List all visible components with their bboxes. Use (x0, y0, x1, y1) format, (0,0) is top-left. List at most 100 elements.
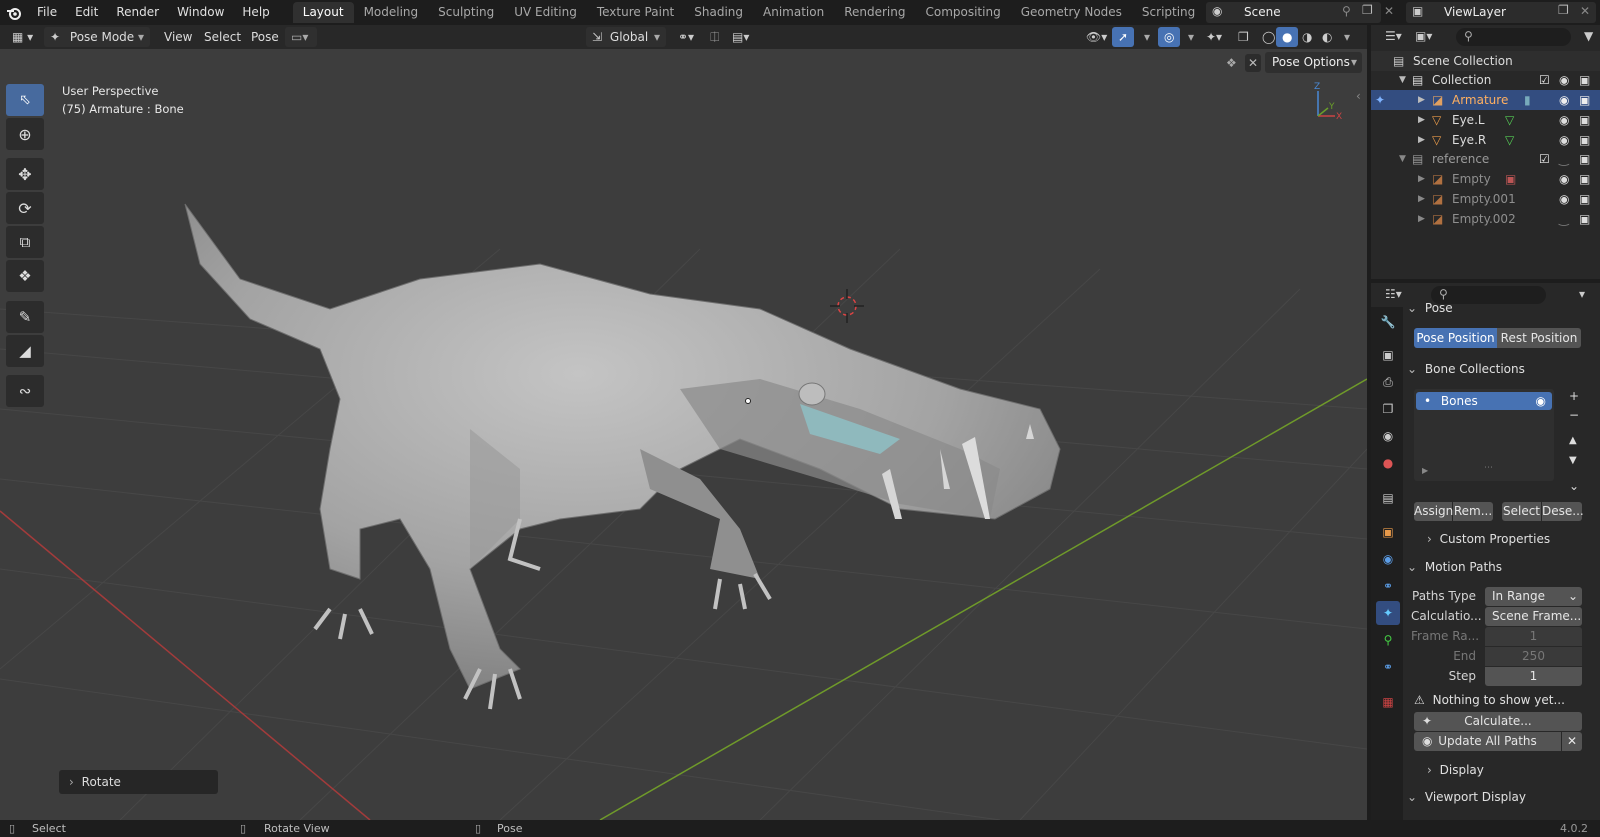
scene-selector[interactable]: ◉ Scene ⚲ ❐ (1206, 2, 1381, 23)
camera-icon[interactable]: ▣ (1579, 209, 1590, 229)
eye-icon[interactable]: ◉ (1559, 130, 1569, 150)
visibility-icon[interactable]: 👁▾ (1080, 27, 1113, 47)
menu-render[interactable]: Render (107, 0, 168, 25)
expand-right-icon[interactable]: ▶ (1418, 189, 1425, 209)
outliner-row-empty-002[interactable]: ▶ ◪ Empty.002 ‿ ▣ (1371, 209, 1600, 229)
constraints-tab[interactable]: ⚭ (1376, 574, 1400, 598)
outliner-row-reference[interactable]: ▼ ▤ reference ☑ ‿ ▣ (1371, 149, 1600, 169)
tool-move[interactable]: ✥ (6, 158, 44, 190)
collection-tab[interactable]: ▤ (1376, 486, 1400, 510)
close-scene-icon[interactable]: ✕ (1384, 4, 1394, 18)
editor-type-icon[interactable]: ▦ ▾ (6, 27, 39, 47)
pose-options-dropdown[interactable]: Pose Options ▾ (1265, 52, 1362, 73)
eye-icon[interactable]: ◉ (1559, 169, 1569, 189)
select-button[interactable]: Select (1502, 502, 1541, 521)
gizmo-hide-icon[interactable]: ❖ (1226, 56, 1237, 70)
tab-modeling[interactable]: Modeling (354, 2, 429, 23)
physics-tab[interactable]: ◉ (1376, 547, 1400, 571)
expand-right-icon[interactable]: ▶ (1418, 90, 1425, 110)
tab-layout[interactable]: Layout (292, 2, 354, 23)
tab-geometry-nodes[interactable]: Geometry Nodes (1011, 2, 1132, 23)
view-layer-tab[interactable]: ❐ (1376, 397, 1400, 421)
armature-data-tab[interactable]: ✦ (1376, 601, 1400, 625)
tab-animation[interactable]: Animation (753, 2, 834, 23)
world-tab[interactable]: ● (1376, 451, 1400, 475)
tab-scripting[interactable]: Scripting (1132, 2, 1205, 23)
expand-right-icon[interactable]: ▶ (1418, 130, 1425, 150)
checkbox-icon[interactable]: ☑ (1539, 70, 1550, 90)
expand-down-icon[interactable]: ▼ (1399, 149, 1406, 169)
eye-icon[interactable]: ◉ (1559, 110, 1569, 130)
eye-icon[interactable]: ◉ (1536, 392, 1546, 410)
viewport-display-header[interactable]: ⌄ Viewport Display (1403, 786, 1600, 808)
calculate-button[interactable]: ✦ Calculate... (1414, 712, 1582, 731)
bone-collection-row[interactable]: • Bones ◉ (1416, 392, 1552, 410)
paths-type-dropdown[interactable]: In Range ⌄ (1485, 587, 1582, 606)
tool-select-box[interactable]: ⬁ (6, 84, 44, 116)
custom-properties-header[interactable]: › Custom Properties (1427, 532, 1550, 546)
tool-measure[interactable]: ◢ (6, 335, 44, 367)
menu-edit[interactable]: Edit (66, 0, 107, 25)
collection-specials-icon[interactable]: ⌄ (1569, 479, 1579, 493)
assign-button[interactable]: Assign (1414, 502, 1453, 521)
tab-compositing[interactable]: Compositing (915, 2, 1010, 23)
rendered-shading-icon[interactable]: ◐ (1316, 27, 1338, 47)
menu-select[interactable]: Select (198, 27, 247, 47)
camera-icon[interactable]: ▣ (1579, 70, 1590, 90)
outliner-row-collection[interactable]: ▼ ▤ Collection ☑ ◉ ▣ (1371, 70, 1600, 90)
tab-rendering[interactable]: Rendering (834, 2, 915, 23)
bone-collections-list[interactable]: • Bones ◉ ▶ ⋯ (1414, 389, 1554, 481)
mode-dropdown[interactable]: ✦ Pose Mode ▾ (44, 27, 150, 47)
tool-tab[interactable]: 🔧 (1376, 310, 1400, 334)
tool-cursor[interactable]: ⊕ (6, 118, 44, 150)
gizmo-toggle-icon[interactable]: ➚ (1112, 27, 1135, 47)
outliner-row-eye-r[interactable]: ▶ ▽ Eye.R ▽ ◉ ▣ (1371, 130, 1600, 150)
new-view-layer-icon[interactable]: ❐ (1558, 3, 1569, 17)
menu-help[interactable]: Help (233, 0, 278, 25)
eye-icon[interactable]: ◉ (1559, 90, 1569, 110)
camera-icon[interactable]: ▣ (1579, 149, 1590, 169)
menu-view[interactable]: View (158, 27, 198, 47)
new-scene-icon[interactable]: ❐ (1362, 3, 1373, 17)
expand-right-icon[interactable]: ▶ (1418, 169, 1425, 189)
overlay-toggle-icon[interactable]: ◎ (1158, 27, 1181, 47)
texture-tab[interactable]: ▦ (1376, 690, 1400, 714)
outliner-search-input[interactable]: ⚲ (1456, 28, 1571, 46)
menu-window[interactable]: Window (168, 0, 233, 25)
expand-right-icon[interactable]: ▶ (1418, 209, 1425, 229)
eye-closed-icon[interactable]: ‿ (1559, 149, 1569, 169)
pose-tools-button[interactable]: ▭▾ (285, 27, 317, 47)
bone-collections-header[interactable]: ⌄ Bone Collections (1403, 358, 1600, 380)
overlay-dropdown-icon[interactable]: ▾ (1182, 27, 1200, 47)
tool-rotate[interactable]: ⟳ (6, 192, 44, 224)
move-up-icon[interactable]: ▲ (1569, 435, 1577, 446)
outliner-row-empty-001[interactable]: ▶ ◪ Empty.001 ◉ ▣ (1371, 189, 1600, 209)
menu-file[interactable]: File (28, 0, 66, 25)
orientation-dropdown[interactable]: ⇲ Global ▾ (586, 27, 666, 47)
camera-icon[interactable]: ▣ (1579, 130, 1590, 150)
camera-icon[interactable]: ▣ (1579, 169, 1590, 189)
add-collection-icon[interactable]: + (1569, 389, 1579, 403)
tab-shading[interactable]: Shading (684, 2, 753, 23)
expand-right-icon[interactable]: ▶ (1422, 466, 1428, 475)
eye-icon[interactable]: ◉ (1559, 70, 1569, 90)
expand-right-icon[interactable]: ▶ (1418, 110, 1425, 130)
rest-position-button[interactable]: Rest Position (1497, 328, 1581, 348)
snap-icon[interactable]: ⎅ (704, 27, 726, 47)
deselect-button[interactable]: Dese... (1542, 502, 1584, 521)
camera-icon[interactable]: ▣ (1579, 90, 1590, 110)
tool-scale[interactable]: ⧉ (6, 226, 44, 258)
step-field[interactable]: 1 (1485, 667, 1582, 686)
bone-overlay-icon[interactable]: ✦▾ (1200, 27, 1228, 47)
filter-icon[interactable]: ▼ (1584, 29, 1593, 43)
pose-position-button[interactable]: Pose Position (1414, 328, 1497, 348)
move-down-icon[interactable]: ▼ (1569, 455, 1577, 466)
tab-texture-paint[interactable]: Texture Paint (587, 2, 684, 23)
snap-target-icon[interactable]: ▤▾ (726, 27, 755, 47)
outliner-scene-collection[interactable]: ▤ Scene Collection (1371, 51, 1600, 71)
pose-panel-header[interactable]: ⌄ Pose (1403, 297, 1600, 319)
editor-type-icon[interactable]: ☰▾ (1385, 29, 1402, 43)
camera-icon[interactable]: ▣ (1579, 110, 1590, 130)
outliner-row-armature[interactable]: ✦ ▶ ◪ Armature ▮ ◉ ▣ (1371, 90, 1600, 110)
motion-paths-header[interactable]: ⌄ Motion Paths (1403, 556, 1600, 578)
